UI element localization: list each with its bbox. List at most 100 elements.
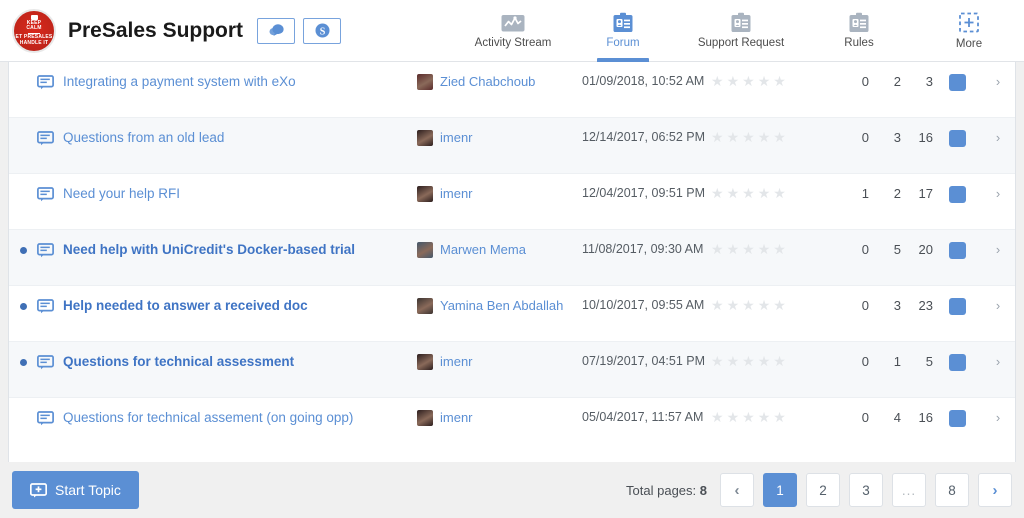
chevron-right-icon[interactable]: › [996,74,1000,90]
rating-star[interactable]: ★ [773,186,786,201]
start-topic-button[interactable]: Start Topic [12,471,139,509]
pagination-prev-button[interactable]: ‹ [720,473,754,507]
avatar[interactable] [417,74,433,90]
nav-item-activity-stream[interactable]: Activity Stream [458,0,568,62]
chevron-right-icon[interactable]: › [996,186,1000,202]
rating-stars[interactable]: ★ ★ ★ ★ ★ [707,129,837,145]
table-row[interactable]: Help needed to answer a received doc Yam… [9,286,1015,342]
rating-stars[interactable]: ★ ★ ★ ★ ★ [707,185,837,201]
nav-item-forum[interactable]: Forum [568,0,678,62]
status-badge[interactable] [948,186,966,203]
avatar[interactable] [417,186,433,202]
topic-title-link[interactable]: Questions from an old lead [63,129,224,146]
rating-star[interactable]: ★ [727,354,740,369]
nav-item-support-request[interactable]: Support Request [678,0,804,62]
rating-star[interactable]: ★ [727,410,740,425]
status-badge[interactable] [948,410,966,427]
chevron-right-icon[interactable]: › [996,410,1000,426]
table-row[interactable]: Need your help RFI imenr 12/04/2017, 09:… [9,174,1015,230]
rating-star[interactable]: ★ [711,130,724,145]
rating-star[interactable]: ★ [711,242,724,257]
rating-star[interactable]: ★ [773,298,786,313]
pagination-page-button[interactable]: 3 [849,473,883,507]
rating-star[interactable]: ★ [727,242,740,257]
rating-star[interactable]: ★ [711,354,724,369]
rating-star[interactable]: ★ [742,74,755,89]
rating-stars[interactable]: ★ ★ ★ ★ ★ [707,241,837,257]
topic-title-link[interactable]: Help needed to answer a received doc [63,297,308,314]
table-row[interactable]: Questions for technical assessment imenr… [9,342,1015,398]
status-badge[interactable] [948,130,966,147]
rating-star[interactable]: ★ [742,130,755,145]
topic-title-link[interactable]: Need your help RFI [63,185,180,202]
table-row[interactable]: Need help with UniCredit's Docker-based … [9,230,1015,286]
rating-stars[interactable]: ★ ★ ★ ★ ★ [707,297,837,313]
pagination-page-button[interactable]: 2 [806,473,840,507]
rating-star[interactable]: ★ [711,186,724,201]
skype-button[interactable]: S [303,17,342,44]
rating-star[interactable]: ★ [727,130,740,145]
pagination-next-button[interactable]: › [978,473,1012,507]
rating-star[interactable]: ★ [758,410,771,425]
rating-star[interactable]: ★ [758,186,771,201]
chevron-right-icon[interactable]: › [996,130,1000,146]
topic-title-link[interactable]: Questions for technical assement (on goi… [63,409,353,426]
rating-star[interactable]: ★ [758,298,771,313]
table-row[interactable]: Integrating a payment system with eXo Zi… [9,62,1015,118]
rating-star[interactable]: ★ [742,354,755,369]
rating-star[interactable]: ★ [711,410,724,425]
avatar[interactable] [417,298,433,314]
table-row[interactable]: Questions from an old lead imenr 12/14/2… [9,118,1015,174]
topic-author-cell: imenr [417,353,582,370]
topic-title-link[interactable]: Questions for technical assessment [63,353,294,370]
chat-button[interactable] [257,17,296,44]
avatar[interactable] [417,354,433,370]
rating-star[interactable]: ★ [742,410,755,425]
rating-star[interactable]: ★ [758,130,771,145]
rating-star[interactable]: ★ [742,242,755,257]
rating-stars[interactable]: ★ ★ ★ ★ ★ [707,353,837,369]
rating-star[interactable]: ★ [742,298,755,313]
status-badge[interactable] [948,242,966,259]
rating-stars[interactable]: ★ ★ ★ ★ ★ [707,73,837,89]
rating-star[interactable]: ★ [711,298,724,313]
status-badge[interactable] [948,354,966,371]
chevron-right-icon[interactable]: › [996,298,1000,314]
rating-star[interactable]: ★ [773,130,786,145]
author-link[interactable]: Zied Chabchoub [440,73,535,90]
pagination-page-button[interactable]: 8 [935,473,969,507]
rating-star[interactable]: ★ [773,410,786,425]
nav-item-rules[interactable]: Rules [804,0,914,62]
rating-star[interactable]: ★ [742,186,755,201]
avatar[interactable] [417,242,433,258]
author-link[interactable]: imenr [440,353,473,370]
rating-star[interactable]: ★ [727,186,740,201]
nav-item-more[interactable]: More [914,0,1024,62]
row-expand-cell: › [981,73,1015,90]
author-link[interactable]: Marwen Mema [440,241,526,258]
author-link[interactable]: imenr [440,185,473,202]
rating-stars[interactable]: ★ ★ ★ ★ ★ [707,409,837,425]
author-link[interactable]: imenr [440,129,473,146]
table-row[interactable]: Questions for technical assement (on goi… [9,398,1015,454]
rating-star[interactable]: ★ [711,74,724,89]
author-link[interactable]: Yamina Ben Abdallah [440,297,563,314]
rating-star[interactable]: ★ [758,74,771,89]
chevron-right-icon[interactable]: › [996,354,1000,370]
avatar[interactable] [417,130,433,146]
avatar[interactable] [417,410,433,426]
status-badge[interactable] [948,74,966,91]
rating-star[interactable]: ★ [773,242,786,257]
topic-title-link[interactable]: Integrating a payment system with eXo [63,73,296,90]
author-link[interactable]: imenr [440,409,473,426]
topic-title-link[interactable]: Need help with UniCredit's Docker-based … [63,241,355,258]
rating-star[interactable]: ★ [727,74,740,89]
rating-star[interactable]: ★ [758,354,771,369]
status-badge[interactable] [948,298,966,315]
chevron-right-icon[interactable]: › [996,242,1000,258]
rating-star[interactable]: ★ [758,242,771,257]
rating-star[interactable]: ★ [773,354,786,369]
pagination-page-button[interactable]: 1 [763,473,797,507]
rating-star[interactable]: ★ [727,298,740,313]
rating-star[interactable]: ★ [773,74,786,89]
